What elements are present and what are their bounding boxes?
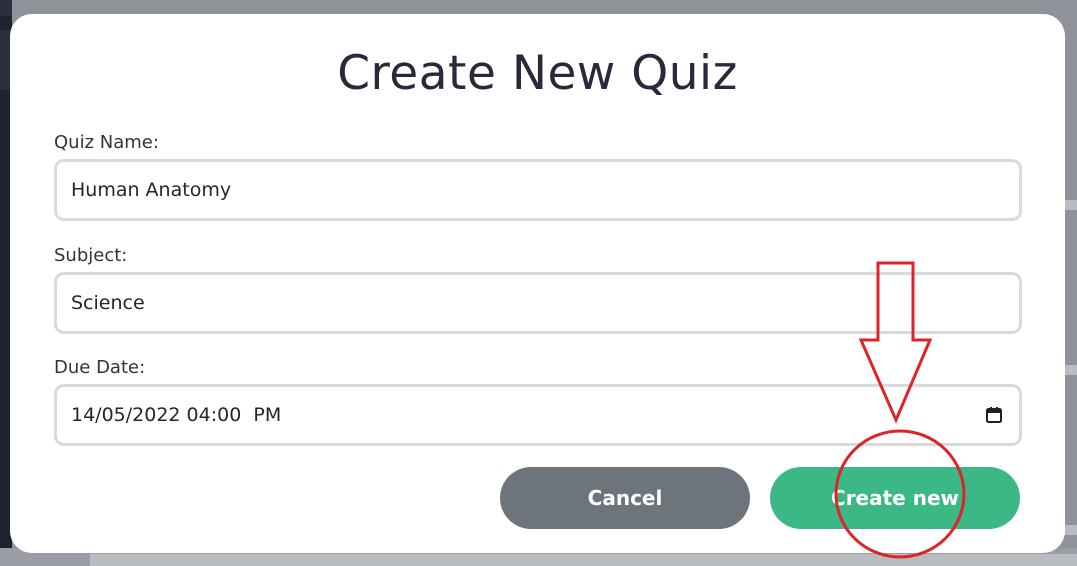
quiz-name-input[interactable]: Human Anatomy	[54, 159, 1022, 221]
background-detail	[1063, 525, 1077, 535]
quiz-name-value: Human Anatomy	[71, 179, 232, 201]
background-block	[0, 0, 12, 16]
quiz-name-label: Quiz Name:	[54, 132, 159, 153]
background-detail	[1063, 365, 1077, 375]
due-date-label: Due Date:	[54, 357, 146, 378]
due-date-value: 14/05/2022 04:00 PM	[71, 404, 282, 426]
create-new-button[interactable]: Create new	[770, 467, 1020, 529]
subject-input[interactable]: Science	[54, 272, 1022, 334]
due-date-input[interactable]: 14/05/2022 04:00 PM	[54, 384, 1022, 446]
background-strip	[90, 554, 1077, 566]
calendar-icon[interactable]	[985, 406, 1003, 424]
cancel-button[interactable]: Cancel	[500, 467, 750, 529]
background-detail	[1063, 200, 1077, 210]
modal-title: Create New Quiz	[337, 46, 738, 101]
create-quiz-modal: Create New Quiz Quiz Name: Human Anatomy…	[10, 14, 1065, 553]
subject-label: Subject:	[54, 245, 128, 266]
subject-value: Science	[71, 292, 145, 314]
